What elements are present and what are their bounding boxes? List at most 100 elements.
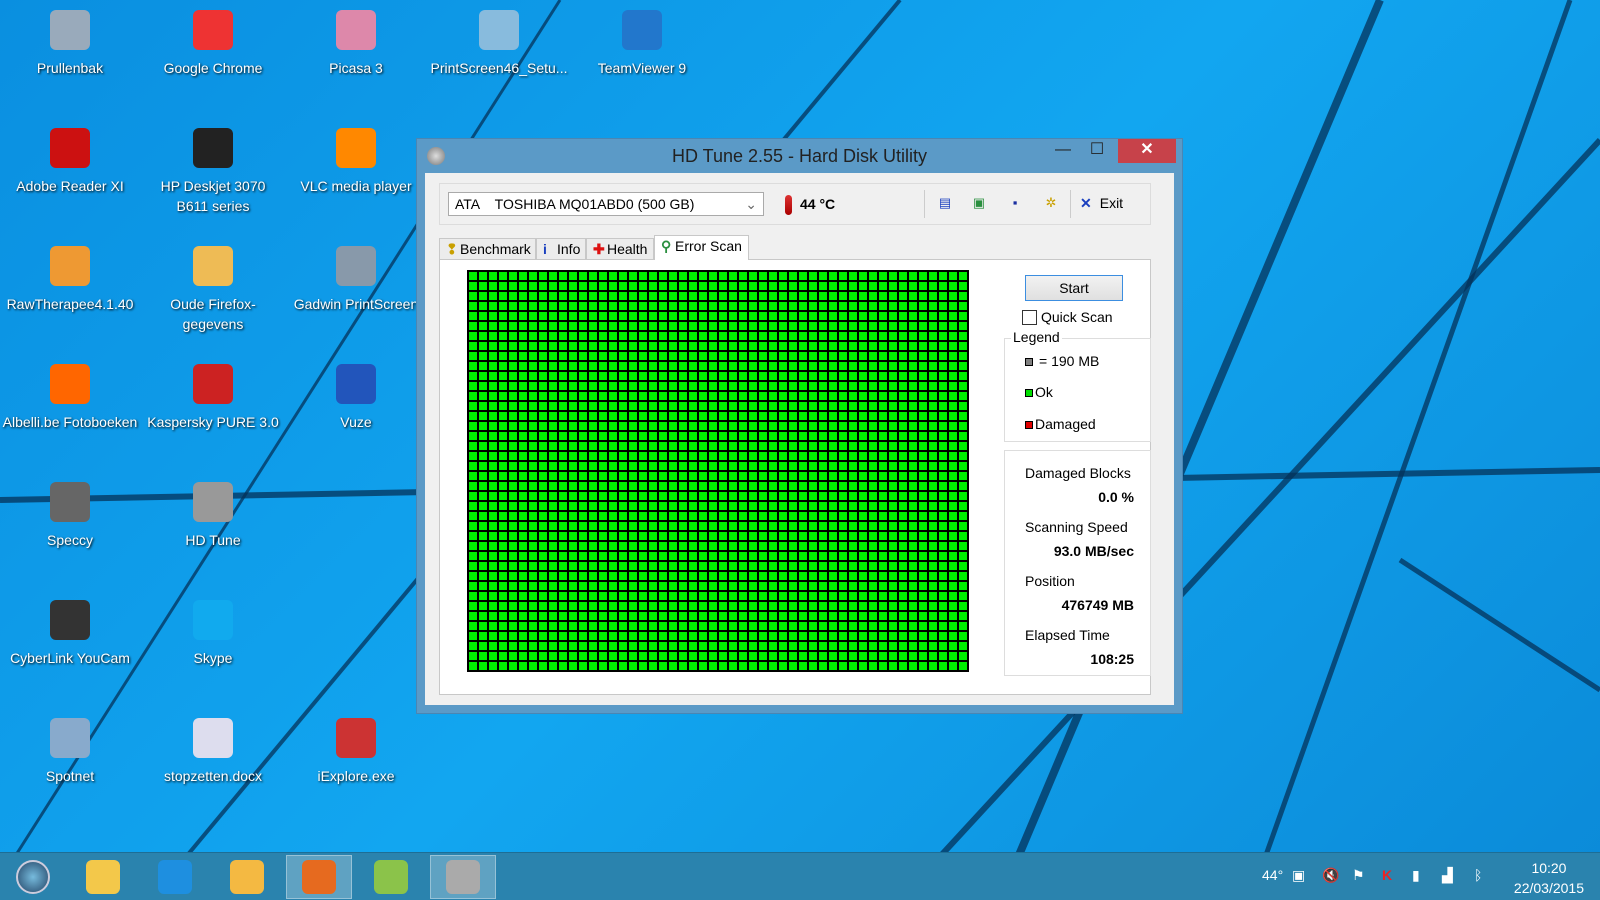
taskbar-firefox[interactable] (286, 855, 352, 899)
block-ok (759, 452, 767, 460)
hd-tune-app-icon[interactable] (427, 147, 445, 165)
block-ok (579, 662, 587, 670)
block-ok (659, 312, 667, 320)
desktop-icon[interactable]: stopzetten.docx (143, 718, 283, 786)
block-ok (919, 632, 927, 640)
desktop-icon[interactable]: RawTherapee4.1.40 (0, 246, 140, 314)
desktop-icon[interactable]: HP Deskjet 3070 B611 series (143, 128, 283, 216)
block-ok (879, 502, 887, 510)
title-bar[interactable]: HD Tune 2.55 - Hard Disk Utility — ☐ ✕ (417, 139, 1182, 173)
checkbox-box[interactable] (1022, 310, 1037, 325)
tray-temperature[interactable]: 44° (1262, 867, 1283, 883)
taskbar-internet-explorer[interactable] (142, 855, 208, 899)
block-ok (569, 362, 577, 370)
block-ok (889, 312, 897, 320)
desktop-icon[interactable]: Oude Firefox-gegevens (143, 246, 283, 334)
start-button[interactable]: Start (1025, 275, 1123, 301)
maximize-button[interactable]: ☐ (1080, 139, 1114, 163)
drive-select[interactable]: ATA TOSHIBA MQ01ABD0 (500 GB) ⌄ (448, 192, 764, 216)
copy-text-icon[interactable]: ▤ (936, 194, 954, 212)
block-ok (609, 352, 617, 360)
position-value: 476749 MB (1061, 597, 1134, 613)
block-ok (889, 542, 897, 550)
block-ok (509, 272, 517, 280)
block-ok (759, 482, 767, 490)
desktop-icon[interactable]: iExplore.exe (286, 718, 426, 786)
block-ok (939, 522, 947, 530)
block-ok (909, 372, 917, 380)
block-ok (949, 532, 957, 540)
block-ok (729, 562, 737, 570)
desktop-icon[interactable]: Gadwin PrintScreen (286, 246, 426, 314)
block-ok (529, 292, 537, 300)
block-ok (699, 472, 707, 480)
tab-info[interactable]: i Info (536, 238, 586, 259)
tab-health[interactable]: ✚ Health (586, 238, 654, 259)
desktop-icon[interactable]: VLC media player (286, 128, 426, 196)
kaspersky-icon[interactable]: K (1382, 867, 1392, 883)
exit-button[interactable]: ✕ Exit (1080, 194, 1123, 212)
desktop-icon[interactable]: Spotnet (0, 718, 140, 786)
desktop-icon[interactable]: Vuze (286, 364, 426, 432)
desktop-icon[interactable]: PrintScreen46_Setu... (429, 10, 569, 78)
taskbar-hd-tune[interactable] (430, 855, 496, 899)
desktop-icon[interactable]: Prullenbak (0, 10, 140, 78)
desktop-icon[interactable]: Google Chrome (143, 10, 283, 78)
block-ok (609, 302, 617, 310)
block-ok (959, 622, 967, 630)
block-ok (889, 532, 897, 540)
taskbar-zoner[interactable] (358, 855, 424, 899)
desktop-icon[interactable]: Speccy (0, 482, 140, 550)
block-ok (699, 362, 707, 370)
block-ok (609, 382, 617, 390)
desktop-icon[interactable]: TeamViewer 9 (572, 10, 712, 78)
legend-swatch-green (1025, 389, 1033, 397)
close-button[interactable]: ✕ (1118, 139, 1176, 163)
desktop-icon[interactable]: Kaspersky PURE 3.0 (143, 364, 283, 432)
copy-image-icon[interactable]: ▣ (970, 194, 988, 212)
block-ok (909, 542, 917, 550)
bluetooth-icon[interactable]: ᛒ (1474, 867, 1482, 883)
block-ok (899, 642, 907, 650)
network-monitor-icon[interactable]: ▣ (1292, 867, 1305, 884)
start-orb-button[interactable] (0, 855, 66, 899)
block-ok (479, 372, 487, 380)
desktop-icon[interactable]: Picasa 3 (286, 10, 426, 78)
desktop-icon[interactable]: HD Tune (143, 482, 283, 550)
block-ok (829, 292, 837, 300)
desktop-icon[interactable]: CyberLink YouCam (0, 600, 140, 668)
block-ok (899, 472, 907, 480)
block-ok (899, 532, 907, 540)
tab-error-scan[interactable]: ⚲ Error Scan (654, 235, 749, 260)
block-ok (829, 282, 837, 290)
block-ok (539, 502, 547, 510)
block-ok (619, 542, 627, 550)
minimize-button[interactable]: — (1046, 139, 1080, 163)
block-ok (899, 322, 907, 330)
block-ok (849, 542, 857, 550)
desktop-icon[interactable]: Albelli.be Fotoboeken (0, 364, 140, 432)
save-icon[interactable]: ▪ (1006, 194, 1024, 212)
block-ok (759, 592, 767, 600)
signal-strength-icon[interactable]: ▟ (1442, 867, 1453, 884)
block-ok (519, 512, 527, 520)
battery-icon[interactable]: ▮ (1412, 867, 1420, 884)
desktop-icon[interactable]: Adobe Reader XI (0, 128, 140, 196)
quick-scan-checkbox[interactable]: Quick Scan (1022, 308, 1113, 326)
options-icon[interactable]: ✲ (1042, 194, 1060, 212)
tab-benchmark[interactable]: ❢ Benchmark (439, 238, 536, 259)
taskbar-file-explorer[interactable] (70, 855, 136, 899)
clock[interactable]: 10:20 22/03/2015 (1514, 858, 1584, 898)
desktop-icon[interactable]: Skype (143, 600, 283, 668)
block-ok (759, 542, 767, 550)
block-ok (589, 602, 597, 610)
block-ok (809, 422, 817, 430)
taskbar-outlook[interactable] (214, 855, 280, 899)
block-ok (839, 642, 847, 650)
block-ok (659, 322, 667, 330)
block-ok (669, 562, 677, 570)
block-ok (469, 462, 477, 470)
volume-muted-icon[interactable]: 🔇 (1322, 867, 1339, 884)
action-center-flag-icon[interactable]: ⚑ (1352, 867, 1365, 884)
block-ok (549, 632, 557, 640)
